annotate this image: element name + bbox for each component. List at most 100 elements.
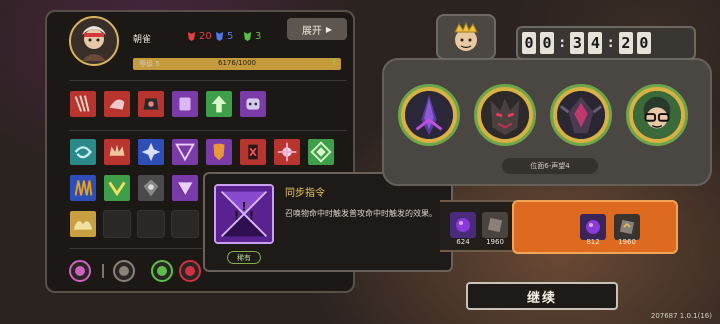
card-empty[interactable] [171, 210, 199, 238]
rune-icon [248, 144, 258, 160]
card-gold-wings[interactable] [69, 210, 97, 238]
red-mask-icon [187, 32, 196, 41]
card-empty[interactable] [103, 210, 131, 238]
potion-icon[interactable] [69, 260, 91, 282]
star-icon [141, 142, 161, 162]
purple-blade-icon [405, 91, 453, 139]
card-grey-crest[interactable] [137, 174, 165, 202]
claws-icon [74, 95, 90, 112]
timer-colon: : [558, 35, 567, 51]
svg-text:!: ! [234, 210, 239, 223]
crystal-beast-icon [557, 91, 605, 139]
card-blue-spikes[interactable] [69, 174, 97, 202]
card-green-chevron[interactable] [103, 174, 131, 202]
node-masked-hero[interactable] [626, 84, 688, 146]
card-green-diamond[interactable] [307, 138, 335, 166]
crown-icon [109, 144, 125, 156]
separator [102, 264, 104, 278]
prism-icon [177, 182, 193, 196]
triangle-icon [175, 143, 195, 162]
avatar[interactable] [69, 16, 119, 66]
rose-icon[interactable] [179, 260, 201, 282]
card-red-beast[interactable] [103, 90, 131, 118]
timer-digit: 0 [540, 32, 554, 54]
stat-red-value: 20 [199, 31, 212, 42]
beast-icon [109, 99, 125, 110]
demon-face-icon [481, 91, 529, 139]
card-red-rune[interactable] [239, 138, 267, 166]
stone-tablet-icon [614, 214, 640, 240]
card-red-mech[interactable] [137, 90, 165, 118]
card-purple-prism[interactable] [171, 174, 199, 202]
xp-text: 6176/1000 [218, 59, 256, 67]
mech-icon [143, 98, 159, 110]
reward-value: 812 [586, 238, 600, 246]
node-demon-face[interactable] [474, 84, 536, 146]
potion-dot [75, 266, 85, 276]
card-red-flower[interactable] [273, 138, 301, 166]
boss-badge[interactable] [436, 14, 496, 60]
timer-colon: : [606, 35, 615, 51]
rose-dot [185, 266, 195, 276]
stat-red: 20 [187, 31, 212, 42]
position-label: 位面6-声望4 [502, 158, 598, 174]
bloom-dot [157, 266, 167, 276]
timer-digit: 2 [618, 32, 633, 54]
shield-icon [213, 143, 225, 161]
blue-mask-icon [215, 32, 224, 41]
svg-text:!: ! [249, 210, 254, 223]
reward-value: 1960 [618, 238, 636, 246]
play-arrow-icon: ▶ [325, 24, 333, 34]
card-empty[interactable] [137, 210, 165, 238]
stat-blue: 5 [215, 31, 233, 42]
stat-green-value: 3 [255, 31, 262, 42]
spikes-icon [74, 180, 93, 196]
diamond-icon [310, 141, 332, 163]
level-progress-bar: 等级 5 6176/1000 ⇧ [133, 58, 341, 70]
card-purple-armor[interactable] [171, 90, 199, 118]
tooltip-title: 同步指令 [285, 188, 325, 199]
armor-icon [179, 97, 191, 111]
rarity-tag: 稀有 [227, 251, 261, 264]
divider [69, 130, 347, 131]
node-crystal-beast[interactable] [550, 84, 612, 146]
card-purple-robot[interactable] [239, 90, 267, 118]
card-red-crown[interactable] [103, 138, 131, 166]
reward-value: 1960 [486, 238, 504, 246]
version-label: 207687 1.0.1(16) [650, 312, 712, 320]
card-tooltip: ! ! ! 同步指令 召唤物命中时触发普攻命中时触发的效果。 稀有 [203, 172, 453, 272]
lance-icon[interactable] [113, 260, 135, 282]
robot-icon [246, 98, 260, 110]
card-green-arrows[interactable] [205, 90, 233, 118]
reward-strip-orange[interactable]: 812 1960 [512, 200, 678, 254]
lance-dot [119, 266, 129, 276]
swirl-icon [74, 146, 92, 159]
crest-icon [143, 179, 159, 197]
card-purple-triangle[interactable] [171, 138, 199, 166]
boss-crown-icon [454, 21, 478, 51]
timer-digit: 0 [522, 32, 536, 54]
player-portrait-icon [82, 26, 106, 61]
sync-command-icon: ! ! ! [214, 184, 274, 244]
bloom-icon[interactable] [151, 260, 173, 282]
node-purple-blade[interactable] [398, 84, 460, 146]
card-teal-swirl[interactable] [69, 138, 97, 166]
arrows-icon [211, 95, 227, 113]
expand-label: 展开 [301, 25, 322, 37]
timer-digit: 0 [636, 32, 651, 54]
card-blue-star[interactable] [137, 138, 165, 166]
continue-button[interactable]: 继续 [466, 282, 618, 310]
purple-orb-icon [450, 212, 476, 238]
flower-icon [277, 142, 297, 162]
stat-green: 3 [243, 31, 261, 42]
card-purple-shield[interactable] [205, 138, 233, 166]
reward-value: 624 [456, 238, 470, 246]
card-red-claws[interactable] [69, 90, 97, 118]
expand-button[interactable]: 展开 ▶ [287, 18, 347, 40]
timer: 0 0 : 3 4 : 2 0 [522, 32, 651, 54]
timer-digit: 4 [588, 32, 603, 54]
purple-orb-icon [580, 214, 606, 240]
player-name: 朝雀 [133, 35, 152, 45]
stone-tablet-icon [482, 212, 508, 238]
level-up-arrow-icon: ⇧ [330, 58, 338, 68]
